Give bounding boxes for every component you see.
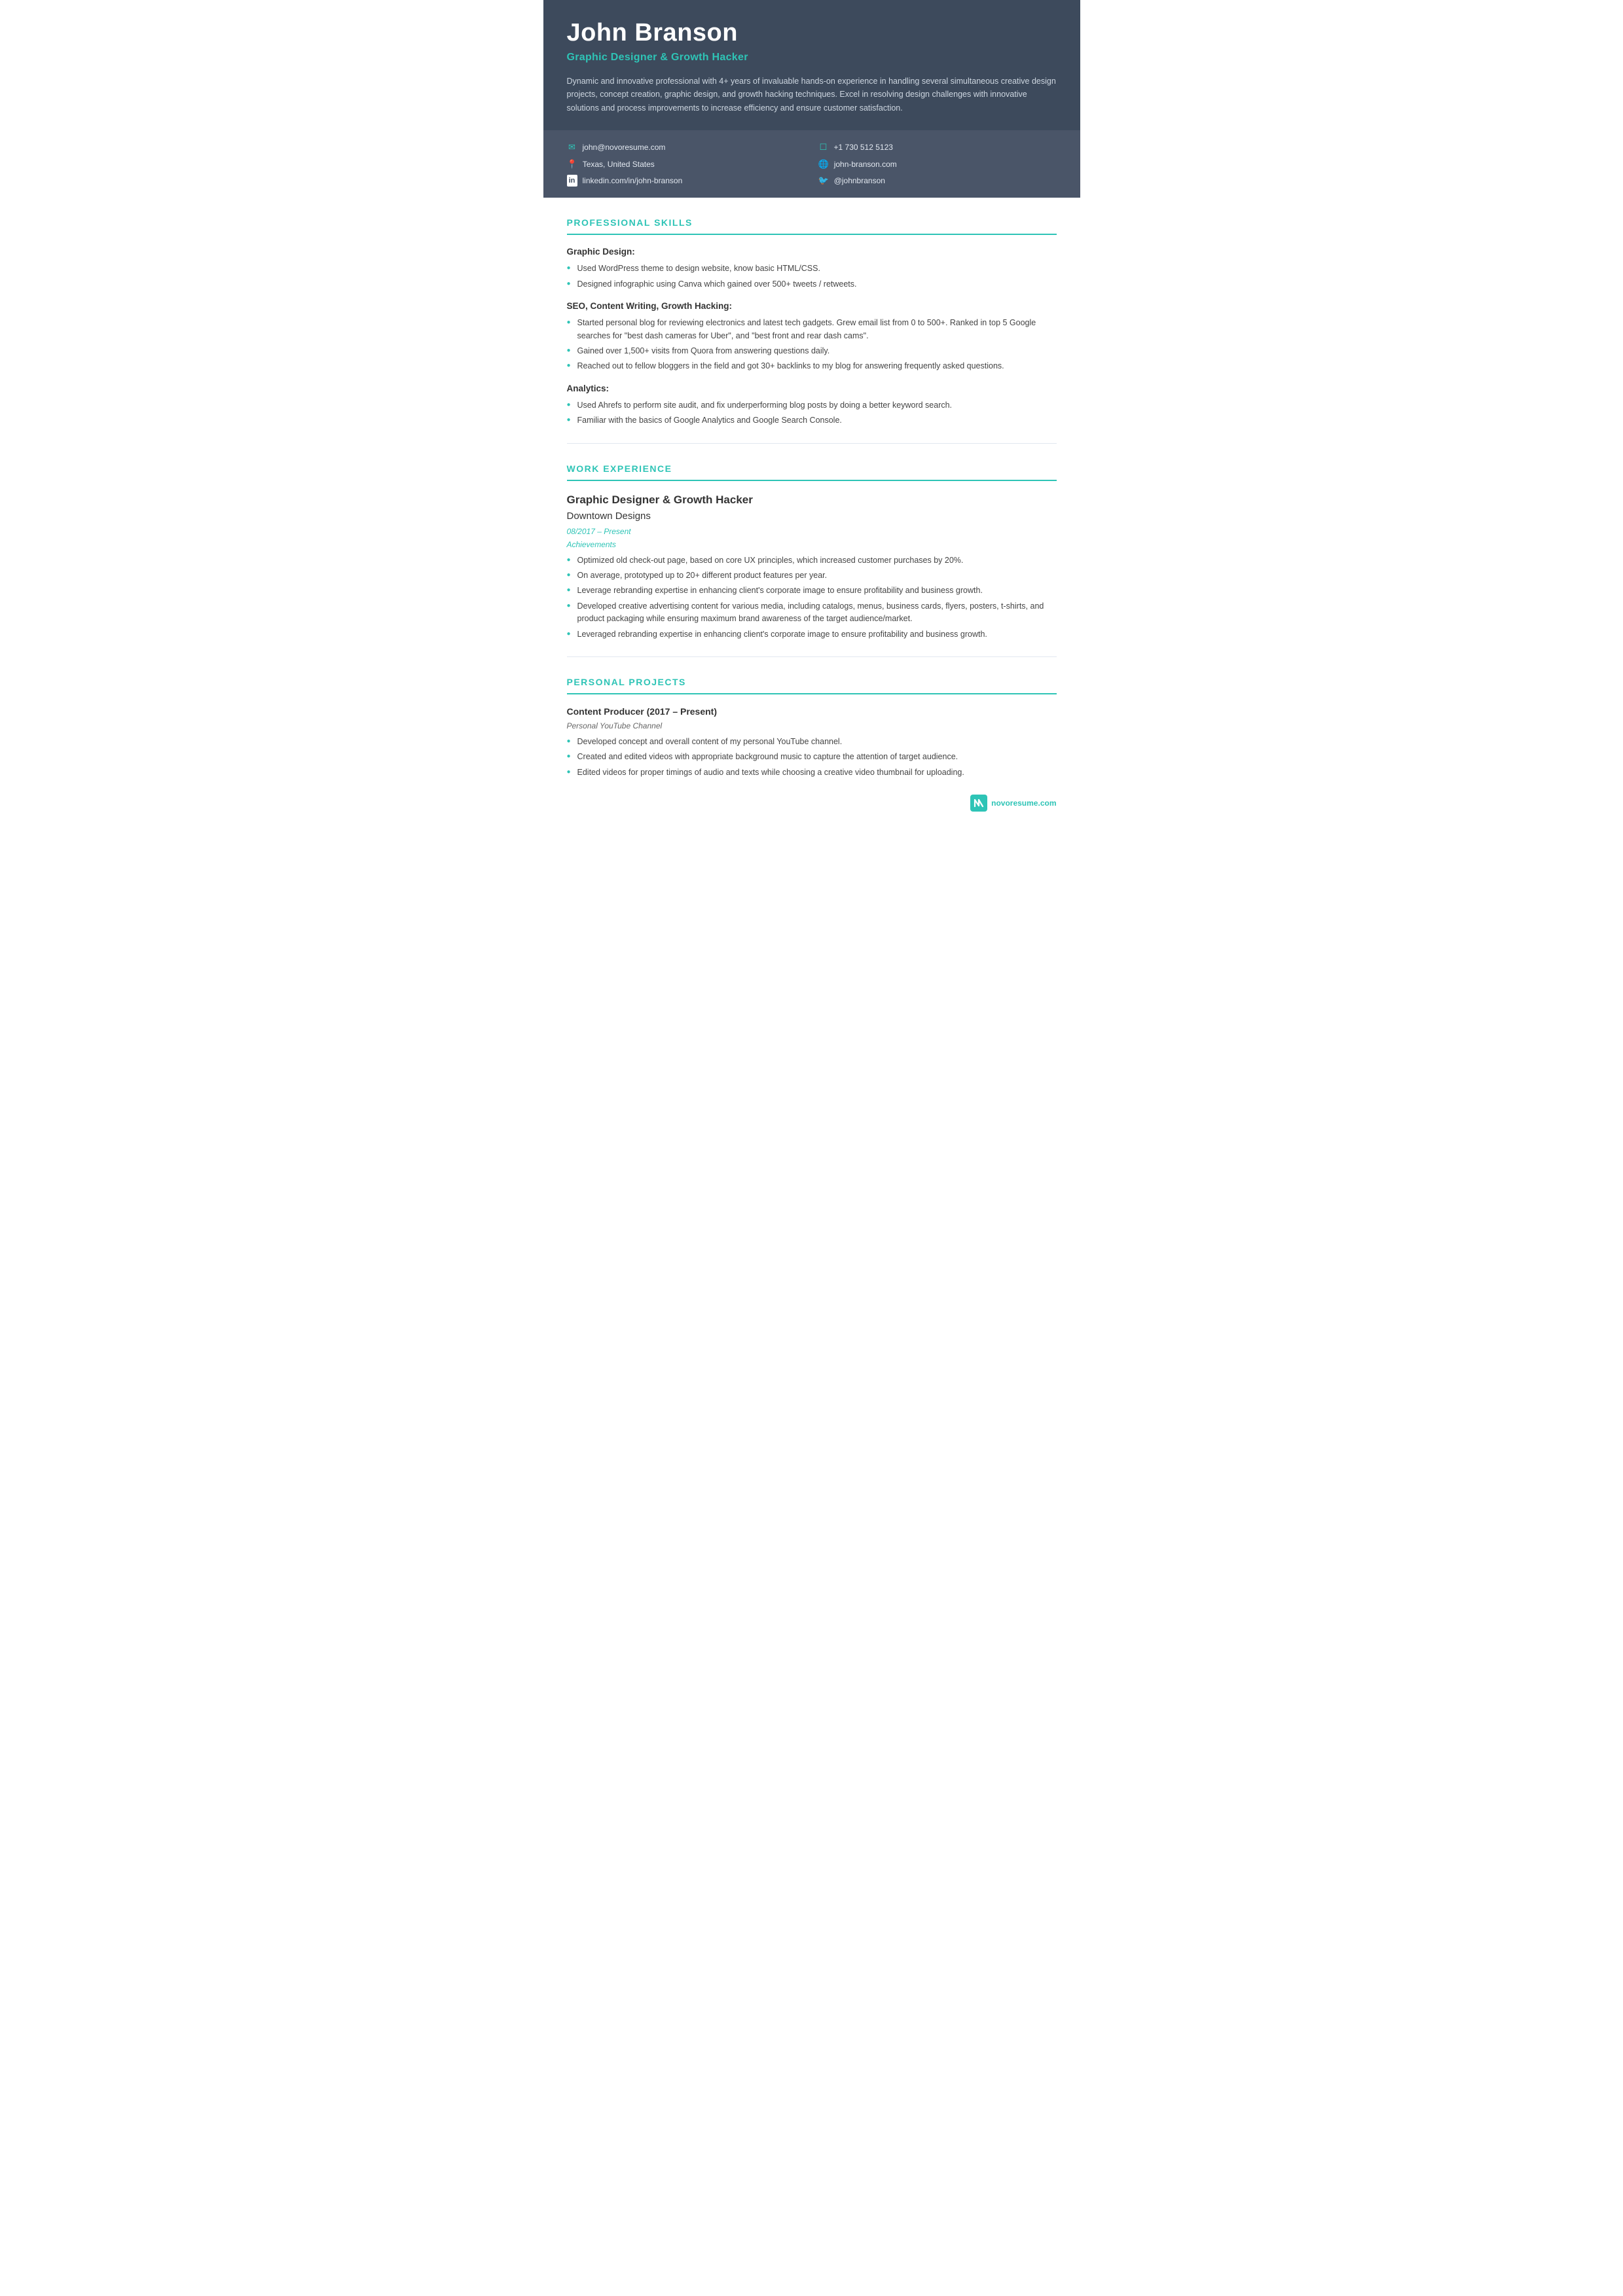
list-item: On average, prototyped up to 20+ differe…	[567, 569, 1057, 582]
analytics-subtitle: Analytics:	[567, 382, 1057, 395]
logo-svg	[973, 797, 985, 809]
list-item: Familiar with the basics of Google Analy…	[567, 414, 1057, 427]
linkedin-value: linkedin.com/in/john-branson	[583, 175, 683, 187]
skills-section: PROFESSIONAL SKILLS Graphic Design: Used…	[567, 216, 1057, 427]
location-icon: 📍	[567, 158, 577, 171]
contact-location: 📍 Texas, United States	[567, 158, 805, 171]
projects-section-title: PERSONAL PROJECTS	[567, 675, 1057, 694]
company-name: Downtown Designs	[567, 509, 1057, 524]
twitter-value: @johnbranson	[834, 175, 885, 187]
candidate-name: John Branson	[567, 18, 1057, 48]
list-item: Gained over 1,500+ visits from Quora fro…	[567, 345, 1057, 357]
graphic-design-bullets: Used WordPress theme to design website, …	[567, 262, 1057, 291]
location-value: Texas, United States	[583, 158, 655, 170]
header-section: John Branson Graphic Designer & Growth H…	[543, 0, 1080, 130]
seo-bullets: Started personal blog for reviewing elec…	[567, 317, 1057, 373]
logo-letter	[970, 795, 987, 812]
contact-twitter: 🐦 @johnbranson	[818, 174, 1057, 187]
list-item: Developed creative advertising content f…	[567, 600, 1057, 626]
email-icon: ✉	[567, 141, 577, 154]
list-item: Optimized old check-out page, based on c…	[567, 554, 1057, 567]
graphic-design-subtitle: Graphic Design:	[567, 245, 1057, 259]
analytics-bullets: Used Ahrefs to perform site audit, and f…	[567, 399, 1057, 427]
list-item: Used Ahrefs to perform site audit, and f…	[567, 399, 1057, 412]
contact-linkedin: in linkedin.com/in/john-branson	[567, 174, 805, 187]
main-content: PROFESSIONAL SKILLS Graphic Design: Used…	[543, 216, 1080, 779]
contact-website: 🌐 john-branson.com	[818, 158, 1057, 171]
list-item: Leveraged rebranding expertise in enhanc…	[567, 628, 1057, 641]
twitter-icon: 🐦	[818, 174, 829, 187]
contact-bar: ✉ john@novoresume.com ☐ +1 730 512 5123 …	[543, 130, 1080, 198]
work-bullets: Optimized old check-out page, based on c…	[567, 554, 1057, 641]
project-title: Content Producer (2017 – Present)	[567, 705, 1057, 719]
footer: novoresume.com	[543, 781, 1080, 818]
list-item: Used WordPress theme to design website, …	[567, 262, 1057, 275]
list-item: Reached out to fellow bloggers in the fi…	[567, 360, 1057, 372]
skills-section-title: PROFESSIONAL SKILLS	[567, 216, 1057, 235]
list-item: Edited videos for proper timings of audi…	[567, 766, 1057, 779]
contact-phone: ☐ +1 730 512 5123	[818, 141, 1057, 154]
globe-icon: 🌐	[818, 158, 829, 171]
candidate-summary: Dynamic and innovative professional with…	[567, 75, 1057, 115]
resume-page: John Branson Graphic Designer & Growth H…	[543, 0, 1080, 844]
novoresume-logo: novoresume.com	[970, 795, 1056, 812]
logo-text: novoresume.com	[991, 797, 1056, 809]
seo-subtitle: SEO, Content Writing, Growth Hacking:	[567, 300, 1057, 313]
work-dates: 08/2017 – Present	[567, 526, 1057, 537]
contact-email: ✉ john@novoresume.com	[567, 141, 805, 154]
list-item: Designed infographic using Canva which g…	[567, 278, 1057, 291]
list-item: Developed concept and overall content of…	[567, 736, 1057, 748]
project-bullets: Developed concept and overall content of…	[567, 736, 1057, 779]
work-section: WORK EXPERIENCE Graphic Designer & Growt…	[567, 462, 1057, 641]
list-item: Leverage rebranding expertise in enhanci…	[567, 584, 1057, 597]
achievements-label: Achievements	[567, 539, 1057, 550]
email-value: john@novoresume.com	[583, 141, 666, 153]
linkedin-icon: in	[567, 175, 577, 187]
website-value: john-branson.com	[834, 158, 897, 170]
candidate-title: Graphic Designer & Growth Hacker	[567, 50, 1057, 65]
list-item: Started personal blog for reviewing elec…	[567, 317, 1057, 342]
project-subtitle: Personal YouTube Channel	[567, 720, 1057, 732]
projects-section: PERSONAL PROJECTS Content Producer (2017…	[567, 675, 1057, 779]
phone-value: +1 730 512 5123	[834, 141, 893, 153]
list-item: Created and edited videos with appropria…	[567, 751, 1057, 763]
job-title: Graphic Designer & Growth Hacker	[567, 492, 1057, 509]
phone-icon: ☐	[818, 141, 829, 154]
work-section-title: WORK EXPERIENCE	[567, 462, 1057, 481]
